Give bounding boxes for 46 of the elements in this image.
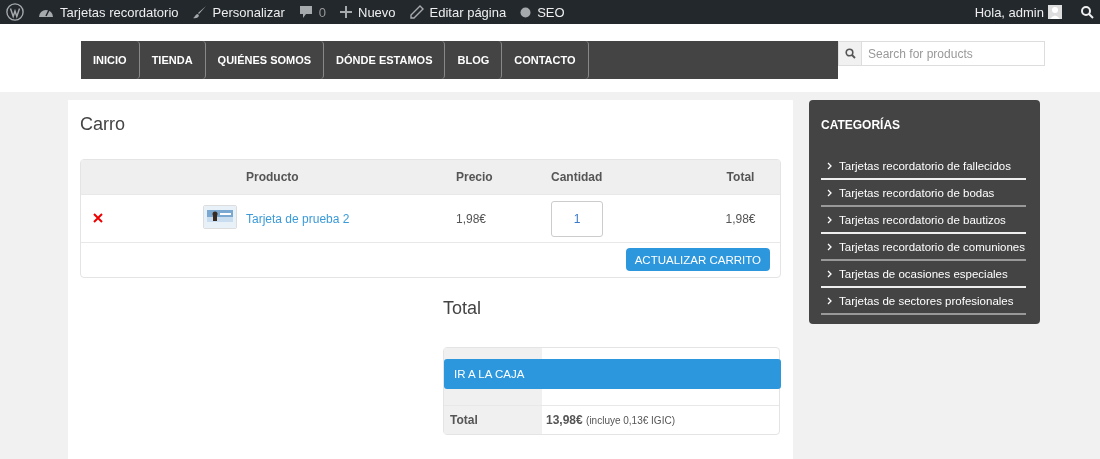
category-link[interactable]: Tarjetas de ocasiones especiales [821,262,1026,288]
wordpress-logo-icon[interactable] [6,3,24,21]
column-header: Precio [456,170,494,184]
chevron-icon [827,297,832,305]
price-text: 1,98€ [456,211,488,226]
column-header: Total [726,170,755,184]
admin-bar-link[interactable]: Personalizar [212,4,285,20]
speech-bubble-icon [298,5,313,19]
category-link[interactable]: Tarjetas recordatorio de fallecidos [821,154,1026,180]
nav-link[interactable]: TIENDA [139,41,206,79]
admin-bar-link[interactable]: 0 [318,4,326,20]
status-dot-icon [520,6,532,18]
nav-link[interactable]: BLOG [445,41,503,79]
chevron-icon [827,162,832,170]
search-field[interactable]: Search for products [862,41,1045,66]
category-link[interactable]: Tarjetas de sectores profesionales [821,289,1026,315]
total-label: Total [450,413,478,427]
totals-title: Total [443,298,483,319]
total-amount: 13,98€ (incluye 0,13€ IGIC) [546,413,675,427]
nav-link[interactable]: INICIO [81,41,140,79]
remove-icon[interactable] [93,212,103,223]
chevron-icon [827,243,832,251]
column-header: Cantidad [551,170,604,184]
admin-bar-link[interactable]: Tarjetas recordatorio [60,4,179,20]
chevron-icon [827,270,832,278]
search-icon[interactable] [838,41,862,66]
nav-link[interactable]: QUIÉNES SOMOS [205,41,325,79]
quantity-field[interactable]: 1 [551,200,603,237]
total-text: 1,98€ [725,211,756,226]
category-link[interactable]: Tarjetas recordatorio de bodas [821,181,1026,207]
greeting-link[interactable]: Hola, admin [974,4,1044,20]
pencil-icon [409,5,424,19]
nav-link[interactable]: CONTACTO [502,41,589,79]
sidebar-title: CATEGORÍAS [821,118,902,132]
nav-link[interactable]: DÓNDE ESTAMOS [324,41,446,79]
admin-bar-link[interactable]: SEO [537,4,565,20]
plus-icon [340,6,352,18]
brush-icon [192,5,207,19]
admin-bar-link[interactable]: Nuevo [358,4,396,20]
chevron-icon [827,216,832,224]
admin-bar-link[interactable]: Editar página [429,4,507,20]
column-header: Producto [246,170,300,184]
chevron-icon [827,189,832,197]
category-link[interactable]: Tarjetas recordatorio de bautizos [821,208,1026,234]
category-link[interactable]: Tarjetas recordatorio de comuniones [821,235,1026,261]
page-title: Carro [80,114,126,135]
